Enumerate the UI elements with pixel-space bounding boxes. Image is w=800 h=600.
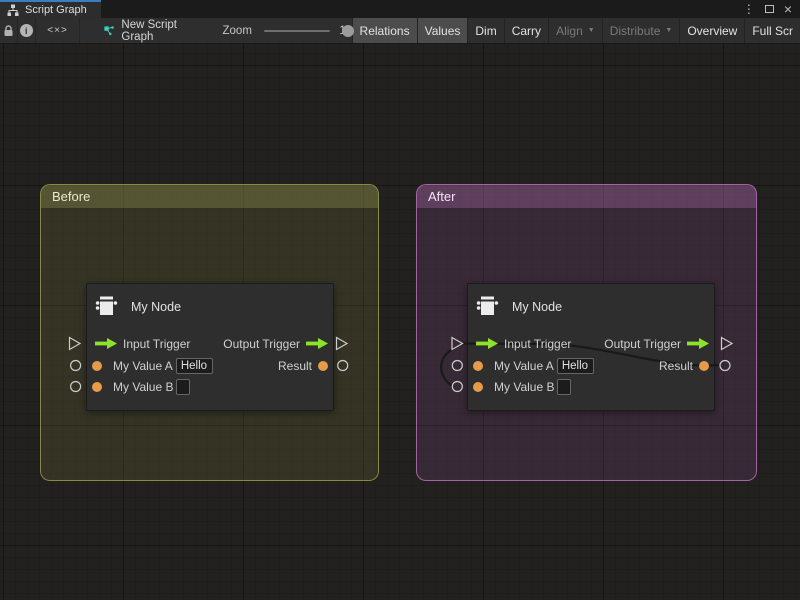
output-trigger-port-icon[interactable]: [687, 338, 709, 349]
info-button[interactable]: i: [18, 18, 36, 43]
value-b-row: My Value B: [467, 375, 715, 398]
relations-button[interactable]: Relations: [352, 18, 417, 43]
unit-node-icon: [94, 295, 119, 320]
input-trigger-port-icon[interactable]: [476, 338, 498, 349]
result-port-icon[interactable]: [318, 361, 328, 371]
value-a-row: My Value A Result: [467, 354, 715, 377]
tab-script-graph[interactable]: Script Graph: [0, 0, 101, 18]
unit-node-icon: [475, 295, 500, 320]
result-label: Result: [659, 359, 693, 373]
carry-button[interactable]: Carry: [504, 18, 548, 43]
align-button[interactable]: Align ▼: [548, 18, 602, 43]
node-header: My Node: [475, 293, 562, 321]
values-label: Values: [425, 24, 461, 38]
node-after[interactable]: My Node Input Trigger Output Trigger My …: [467, 283, 715, 411]
overview-label: Overview: [687, 24, 737, 38]
value-a-input[interactable]: [557, 358, 594, 374]
value-a-input[interactable]: [176, 358, 213, 374]
graph-selector[interactable]: New Script Graph: [104, 19, 188, 43]
node-before[interactable]: My Node Input Trigger Output Trigger My …: [86, 283, 334, 411]
code-brackets-icon: <×>: [47, 25, 68, 36]
value-a-label: My Value A: [113, 359, 173, 373]
maximize-icon[interactable]: [765, 5, 774, 13]
value-a-row: My Value A Result: [86, 354, 334, 377]
overview-button[interactable]: Overview: [679, 18, 744, 43]
value-b-row: My Value B: [86, 375, 334, 398]
value-b-label: My Value B: [113, 380, 173, 394]
panel-menu-icon[interactable]: ⋮: [743, 3, 755, 15]
value-b-label: My Value B: [494, 380, 554, 394]
group-before-header[interactable]: Before: [41, 185, 378, 208]
value-a-port-icon[interactable]: [92, 361, 102, 371]
input-trigger-port-icon[interactable]: [95, 338, 117, 349]
trigger-row: Input Trigger Output Trigger: [467, 332, 715, 355]
input-trigger-label: Input Trigger: [123, 337, 190, 351]
node-title: My Node: [131, 300, 181, 314]
value-a-label: My Value A: [494, 359, 554, 373]
chevron-down-icon: ▼: [588, 27, 595, 34]
output-trigger-label: Output Trigger: [223, 337, 300, 351]
dim-button[interactable]: Dim: [467, 18, 503, 43]
node-title: My Node: [512, 300, 562, 314]
distribute-label: Distribute: [610, 24, 661, 38]
zoom-label: Zoom: [223, 25, 252, 37]
align-label: Align: [556, 24, 583, 38]
distribute-button[interactable]: Distribute ▼: [602, 18, 680, 43]
node-header: My Node: [94, 293, 181, 321]
script-graph-asset-icon: [104, 24, 114, 37]
lock-button[interactable]: [0, 18, 18, 43]
toolbar-button-row: Relations Values Dim Carry Align ▼ Distr…: [352, 18, 800, 43]
value-a-port-icon[interactable]: [473, 361, 483, 371]
script-graph-window: Script Graph ⋮ × i <×>: [0, 0, 800, 600]
fullscreen-button[interactable]: Full Scr: [744, 18, 800, 43]
graph-name-label: New Script Graph: [121, 19, 188, 43]
value-b-input[interactable]: [176, 379, 190, 395]
window-controls: ⋮ ×: [743, 0, 800, 18]
carry-label: Carry: [512, 24, 541, 38]
fullscreen-label: Full Scr: [752, 24, 793, 38]
graph-toolbar: i <×> New Script Graph Zoom 1x Relations…: [0, 18, 800, 44]
trigger-row: Input Trigger Output Trigger: [86, 332, 334, 355]
tab-title: Script Graph: [25, 4, 87, 16]
zoom-slider[interactable]: [264, 30, 330, 32]
zoom-slider-handle[interactable]: [342, 25, 354, 37]
group-after-header[interactable]: After: [417, 185, 756, 208]
graph-hierarchy-icon: [7, 4, 19, 16]
value-b-port-icon[interactable]: [92, 382, 102, 392]
value-b-input[interactable]: [557, 379, 571, 395]
values-button[interactable]: Values: [417, 18, 468, 43]
code-preview-toggle[interactable]: <×>: [36, 18, 80, 43]
group-before-title: Before: [52, 189, 90, 204]
output-trigger-port-icon[interactable]: [306, 338, 328, 349]
tab-strip: Script Graph ⋮ ×: [0, 0, 800, 18]
value-b-port-icon[interactable]: [473, 382, 483, 392]
group-after-title: After: [428, 189, 455, 204]
graph-canvas[interactable]: Before After: [0, 44, 800, 600]
input-trigger-label: Input Trigger: [504, 337, 571, 351]
chevron-down-icon: ▼: [665, 27, 672, 34]
close-icon[interactable]: ×: [784, 2, 792, 16]
relations-label: Relations: [360, 24, 410, 38]
result-port-icon[interactable]: [699, 361, 709, 371]
dim-label: Dim: [475, 24, 496, 38]
output-trigger-label: Output Trigger: [604, 337, 681, 351]
info-icon: i: [20, 24, 33, 37]
result-label: Result: [278, 359, 312, 373]
lock-icon: [3, 25, 14, 37]
